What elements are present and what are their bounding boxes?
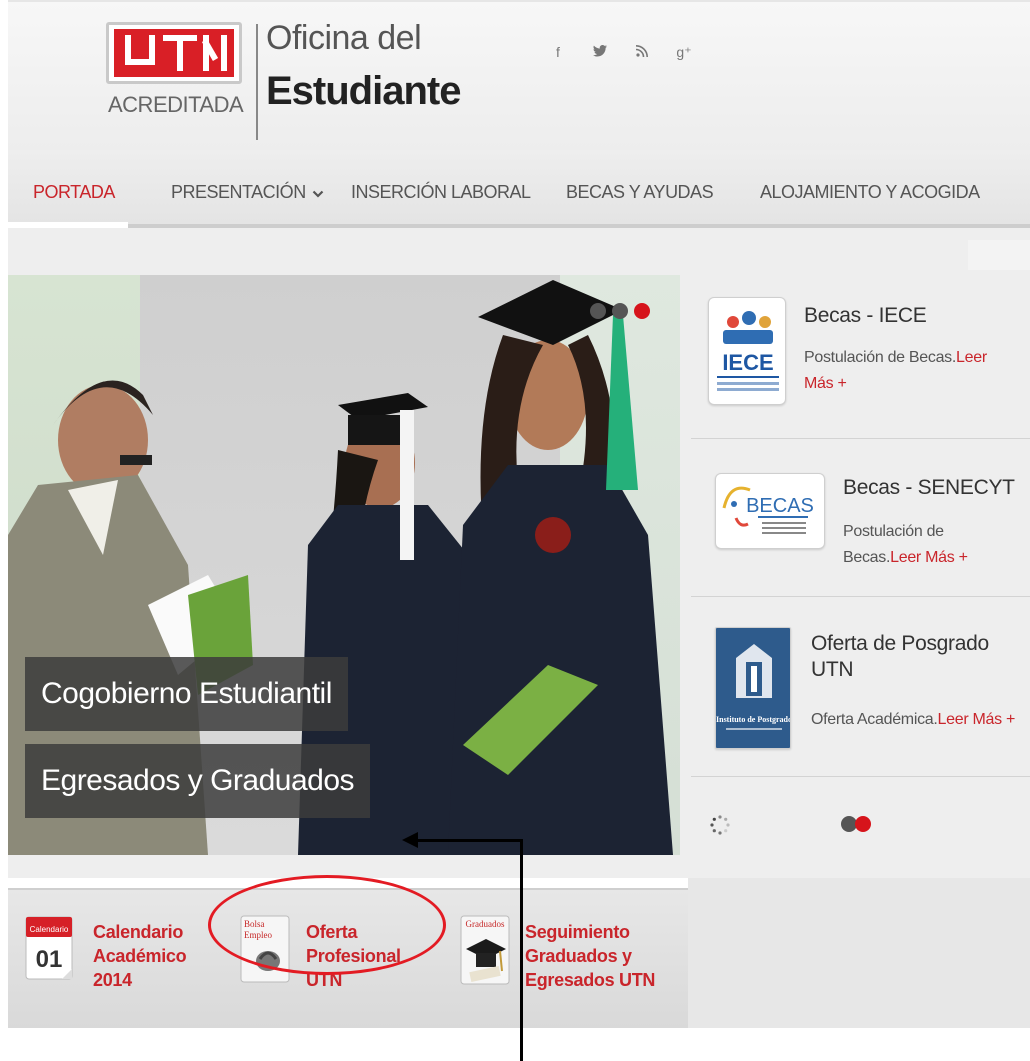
news-text: Postulación de Becas.Leer Más + <box>843 523 968 566</box>
slider-dot-3[interactable] <box>634 303 650 319</box>
read-more-link[interactable]: Leer Más + <box>938 711 1016 728</box>
seguimiento-graduados-link[interactable]: Seguimiento Graduados y Egresados UTN <box>525 920 655 992</box>
highlight-ellipse <box>208 875 446 975</box>
quick-links-filler <box>688 878 1030 1028</box>
calendar-link[interactable]: Calendario Académico 2014 <box>93 920 187 992</box>
nav-item-becas-y-ayudas[interactable]: BECAS Y AYUDAS <box>566 182 714 203</box>
nav-item-presentacion-label: PRESENTACIÓN <box>171 182 306 202</box>
main-nav: PORTADA PRESENTACIÓN INSERCIÓN LABORAL B… <box>8 150 1030 228</box>
news-title[interactable]: Becas - IECE <box>804 303 927 329</box>
utn-logo-mark <box>106 22 242 84</box>
nav-item-portada[interactable]: PORTADA <box>33 182 115 203</box>
background-decoration <box>968 240 1030 270</box>
annotation-arrow-head <box>402 832 418 848</box>
nav-item-presentacion[interactable]: PRESENTACIÓN <box>171 182 324 204</box>
logo-subtitle: ACREDITADA <box>108 92 244 117</box>
slider-pagination <box>590 303 650 319</box>
slider-dot-1[interactable] <box>590 303 606 319</box>
social-links: f g⁺ <box>546 40 696 64</box>
read-more-link[interactable]: Leer Más + <box>890 549 968 566</box>
slider-caption-egresados[interactable]: Egresados y Graduados <box>25 744 371 818</box>
news-item[interactable]: BECAS Becas - SENECYT Postulación de Bec… <box>691 439 1030 597</box>
facebook-icon[interactable]: f <box>546 40 570 64</box>
loading-spinner-icon <box>710 815 730 835</box>
calendar-icon[interactable]: Calendario 01 <box>24 913 76 985</box>
hero-slider[interactable]: Cogobierno Estudiantil Egresados y Gradu… <box>8 275 680 855</box>
calendar-icon-top-label: Calendario <box>30 925 69 934</box>
google-plus-icon[interactable]: g⁺ <box>672 40 696 64</box>
iece-logo-text: IECE <box>722 350 773 375</box>
nav-item-alojamiento[interactable]: ALOJAMIENTO Y ACOGIDA <box>760 182 980 203</box>
slider-dot-2[interactable] <box>612 303 628 319</box>
site-title-line2: Estudiante <box>266 69 461 113</box>
news-pagination <box>841 816 871 832</box>
annotation-arrow-shaft-vertical <box>520 840 523 1061</box>
news-text: Oferta Académica.Leer Más + <box>811 711 1016 728</box>
slider-caption-cogobierno[interactable]: Cogobierno Estudiantil <box>25 657 348 731</box>
news-text: Postulación de Becas.Leer Más + <box>804 349 987 392</box>
news-item[interactable]: IECE Becas - IECE Postulación de Becas.L… <box>691 275 1030 439</box>
news-item[interactable]: Instituto de Postgrado Oferta de Posgrad… <box>691 597 1030 777</box>
twitter-icon[interactable] <box>588 40 612 64</box>
news-title[interactable]: Becas - SENECYT <box>843 475 1015 501</box>
news-title[interactable]: Oferta de Posgrado UTN <box>811 631 1021 683</box>
graduation-cap-icon[interactable]: Graduados <box>460 915 512 987</box>
senescyt-becas-logo: BECAS <box>715 473 825 549</box>
annotation-arrow-shaft-horizontal <box>416 839 523 842</box>
calendar-icon-day: 01 <box>36 946 63 973</box>
logo-divider <box>256 24 258 140</box>
posgrado-logo-text: Instituto de Postgrado <box>716 715 791 724</box>
posgrado-logo: Instituto de Postgrado <box>715 627 791 749</box>
news-dot-2[interactable] <box>855 816 871 832</box>
iece-logo: IECE <box>708 297 786 405</box>
nav-item-insercion-laboral[interactable]: INSERCIÓN LABORAL <box>351 182 531 203</box>
site-header: ACREDITADA Oficina del Estudiante f g⁺ <box>8 0 1030 150</box>
page: ACREDITADA Oficina del Estudiante f g⁺ P… <box>8 0 1030 1061</box>
graduation-icon-top-label: Graduados <box>466 919 505 929</box>
chevron-down-icon <box>312 183 324 204</box>
site-title-line1: Oficina del <box>266 19 422 57</box>
utn-logo[interactable]: ACREDITADA <box>106 22 254 128</box>
rss-icon[interactable] <box>630 40 654 64</box>
senescyt-logo-text: BECAS <box>746 495 814 517</box>
